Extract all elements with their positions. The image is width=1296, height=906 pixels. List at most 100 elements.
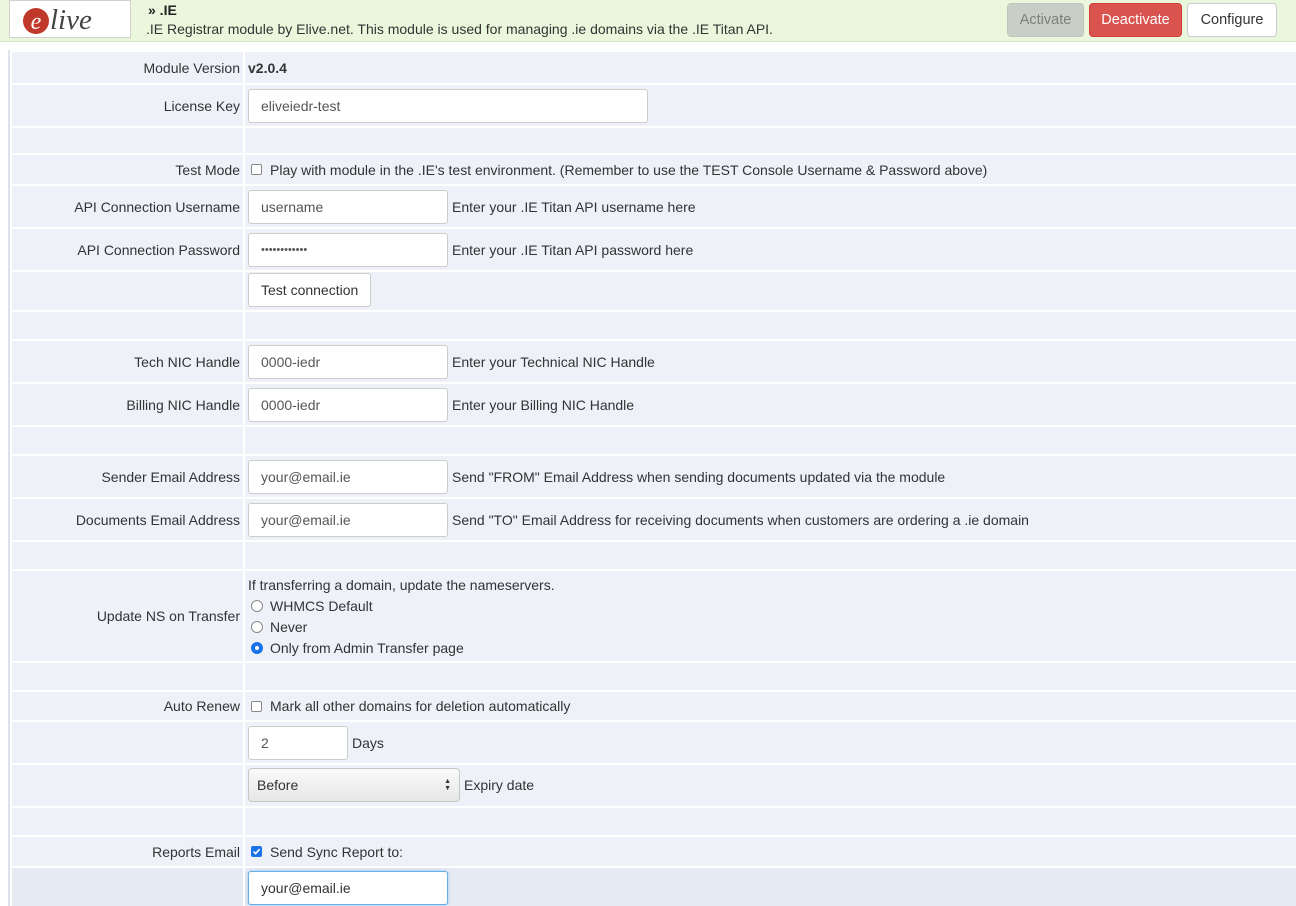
tech-nic-help: Enter your Technical NIC Handle <box>452 353 655 370</box>
radio-option-whmcs-default[interactable]: WHMCS Default <box>248 596 373 616</box>
spacer-row <box>10 427 1296 454</box>
elive-logo: e live <box>9 0 131 38</box>
spacer-row <box>10 808 1296 835</box>
tech-nic-label: Tech NIC Handle <box>12 341 243 382</box>
configure-button[interactable]: Configure <box>1187 3 1277 37</box>
deactivate-button[interactable]: Deactivate <box>1089 3 1182 37</box>
row-api-username: API Connection Username username Enter y… <box>10 186 1296 227</box>
license-key-input[interactable]: eliveiedr-test <box>248 88 648 123</box>
auto-renew-label: Auto Renew <box>12 692 243 720</box>
spacer-row <box>10 312 1296 339</box>
elive-logo-icon: e live <box>23 4 92 36</box>
activate-button[interactable]: Activate <box>1007 3 1084 37</box>
timing-suffix: Expiry date <box>464 777 535 793</box>
reports-email-input[interactable]: your@email.ie <box>248 871 448 905</box>
row-module-version: Module Version v2.0.4 <box>10 52 1296 83</box>
test-mode-label: Test Mode <box>12 155 243 184</box>
row-license-key: License Key eliveiedr-test <box>10 85 1296 126</box>
row-reports-email: Reports Email Send Sync Report to: <box>10 837 1296 866</box>
spacer-label <box>12 128 243 153</box>
checkmark-icon <box>252 848 261 855</box>
select-arrows-icon: ▲ ▼ <box>444 778 451 792</box>
spacer-row <box>10 128 1296 153</box>
row-days: 2 Days <box>10 722 1296 763</box>
row-test-mode: Test Mode Play with module in the .IE's … <box>10 155 1296 184</box>
spacer-field <box>245 128 1296 153</box>
reports-email-input-label-cell <box>12 868 243 906</box>
spacer-field <box>245 427 1296 454</box>
api-username-help: Enter your .IE Titan API username here <box>452 198 696 215</box>
documents-email-label: Documents Email Address <box>12 499 243 540</box>
timing-select-value: Before <box>257 777 299 793</box>
radio-label: WHMCS Default <box>270 598 373 614</box>
row-test-connection: Test connection <box>10 272 1296 310</box>
reports-email-label: Reports Email <box>12 837 243 866</box>
module-version-value: v2.0.4 <box>248 59 287 76</box>
row-auto-renew: Auto Renew Mark all other domains for de… <box>10 692 1296 720</box>
spacer-field <box>245 663 1296 690</box>
timing-select[interactable]: Before ▲ ▼ <box>248 768 460 802</box>
api-password-help: Enter your .IE Titan API password here <box>452 241 694 258</box>
radio-admin-transfer[interactable] <box>251 642 263 654</box>
sender-email-label: Sender Email Address <box>12 456 243 497</box>
spacer-field <box>245 808 1296 835</box>
test-mode-text: Play with module in the .IE's test envir… <box>270 161 988 178</box>
spacer-row <box>10 542 1296 569</box>
update-ns-label: Update NS on Transfer <box>12 571 243 661</box>
update-ns-intro: If transferring a domain, update the nam… <box>248 577 555 593</box>
module-header: e live » .IE .IE Registrar module by Eli… <box>0 0 1296 42</box>
tech-nic-input[interactable]: 0000-iedr <box>248 344 448 379</box>
spacer-label <box>12 312 243 339</box>
spacer-label <box>12 542 243 569</box>
api-password-input[interactable]: •••••••••••• <box>248 232 448 267</box>
billing-nic-label: Billing NIC Handle <box>12 384 243 425</box>
spacer-label <box>12 808 243 835</box>
module-version-label: Module Version <box>12 52 243 83</box>
svg-text:e: e <box>31 9 42 35</box>
spacer-row <box>10 663 1296 690</box>
row-reports-email-input: your@email.ie <box>10 868 1296 906</box>
test-connection-button[interactable]: Test connection <box>248 273 372 307</box>
days-label-cell <box>12 722 243 763</box>
settings-table: Module Version v2.0.4 License Key elivei… <box>8 50 1296 906</box>
reports-email-checkbox[interactable] <box>251 846 262 857</box>
row-api-password: API Connection Password •••••••••••• Ent… <box>10 229 1296 270</box>
module-description: .IE Registrar module by Elive.net. This … <box>146 21 773 37</box>
test-connection-label-cell <box>12 272 243 310</box>
timing-label-cell <box>12 765 243 806</box>
radio-label: Never <box>270 619 308 635</box>
auto-renew-text: Mark all other domains for deletion auto… <box>270 698 571 714</box>
sender-email-input[interactable]: your@email.ie <box>248 459 448 494</box>
module-title: » .IE <box>148 2 177 18</box>
days-unit: Days <box>352 734 384 751</box>
billing-nic-input[interactable]: 0000-iedr <box>248 387 448 422</box>
row-documents-email: Documents Email Address your@email.ie Se… <box>10 499 1296 540</box>
api-password-label: API Connection Password <box>12 229 243 270</box>
row-tech-nic: Tech NIC Handle 0000-iedr Enter your Tec… <box>10 341 1296 382</box>
row-timing: Before ▲ ▼ Expiry date <box>10 765 1296 806</box>
radio-whmcs-default[interactable] <box>251 600 263 612</box>
svg-text:live: live <box>50 4 92 36</box>
radio-never[interactable] <box>251 621 263 633</box>
row-sender-email: Sender Email Address your@email.ie Send … <box>10 456 1296 497</box>
auto-renew-checkbox[interactable] <box>251 700 262 712</box>
api-username-input[interactable]: username <box>248 189 448 224</box>
billing-nic-help: Enter your Billing NIC Handle <box>452 396 635 413</box>
sender-email-help: Send "FROM" Email Address when sending d… <box>452 468 946 485</box>
spacer-label <box>12 663 243 690</box>
spacer-label <box>12 427 243 454</box>
reports-email-text: Send Sync Report to: <box>270 843 404 860</box>
row-billing-nic: Billing NIC Handle 0000-iedr Enter your … <box>10 384 1296 425</box>
spacer-field <box>245 542 1296 569</box>
row-update-ns: Update NS on Transfer If transferring a … <box>10 571 1296 661</box>
radio-option-admin-transfer[interactable]: Only from Admin Transfer page <box>248 638 464 658</box>
api-username-label: API Connection Username <box>12 186 243 227</box>
spacer-field <box>245 312 1296 339</box>
documents-email-input[interactable]: your@email.ie <box>248 502 448 537</box>
radio-label: Only from Admin Transfer page <box>270 640 464 656</box>
license-key-label: License Key <box>12 85 243 126</box>
days-input[interactable]: 2 <box>248 725 348 760</box>
radio-option-never[interactable]: Never <box>248 617 307 637</box>
test-mode-checkbox[interactable] <box>251 164 262 175</box>
documents-email-help: Send "TO" Email Address for receiving do… <box>452 511 1029 528</box>
